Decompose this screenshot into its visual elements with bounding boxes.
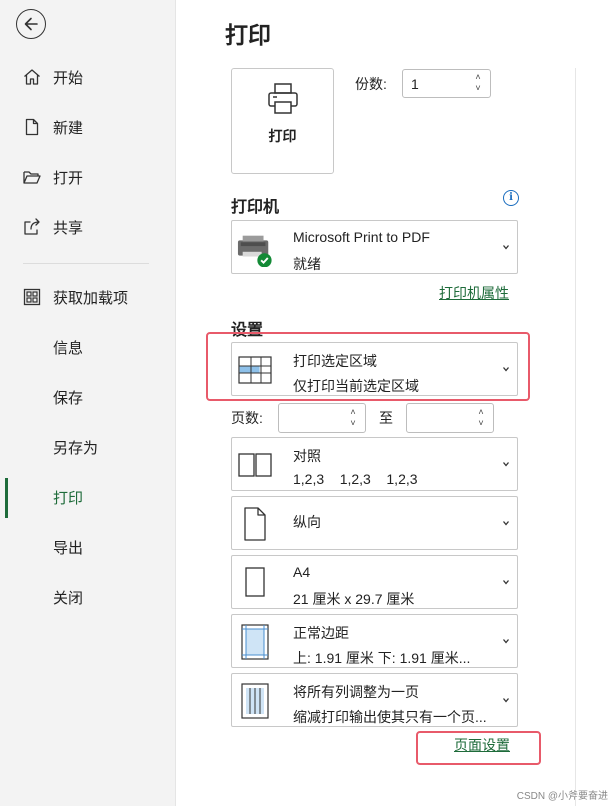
fit-columns-icon	[241, 683, 269, 719]
printer-dropdown[interactable]: Microsoft Print to PDF 就绪	[231, 220, 518, 274]
orientation-dropdown[interactable]: 纵向	[231, 496, 518, 550]
sidebar-item-close[interactable]: 关闭	[0, 577, 176, 617]
sidebar-item-label: 另存为	[53, 439, 99, 457]
pages-to-label: 至	[379, 410, 393, 426]
page-title: 打印	[225, 22, 271, 48]
chevron-down-icon	[503, 580, 509, 585]
paper-size-title: A4	[293, 564, 311, 580]
printer-icon	[268, 83, 298, 114]
paper-size-icon	[245, 567, 265, 597]
sidebar-item-label: 保存	[53, 389, 84, 407]
share-icon	[21, 216, 43, 238]
scaling-desc: 缩减打印输出使其只有一个页...	[293, 709, 487, 725]
chevron-down-icon[interactable]: ˅	[476, 418, 486, 429]
watermark: CSDN @小斧要奋进	[516, 791, 608, 802]
sidebar-item-label: 共享	[53, 219, 84, 237]
back-arrow-icon	[24, 17, 38, 31]
add-ins-icon	[21, 286, 43, 308]
sidebar-item-print[interactable]: 打印	[0, 477, 176, 517]
home-icon	[21, 66, 43, 88]
pages-to-input[interactable]: ˄ ˅	[406, 403, 494, 433]
printer-status: 就绪	[293, 256, 321, 272]
scaling-title: 将所有列调整为一页	[293, 684, 419, 700]
sidebar-item-new[interactable]: 新建	[0, 107, 176, 147]
collate-desc: 1,2,3 1,2,3 1,2,3	[293, 471, 418, 487]
chevron-down-icon[interactable]: ˅	[473, 83, 483, 94]
chevron-down-icon	[503, 698, 509, 703]
sidebar-item-save[interactable]: 保存	[0, 377, 176, 417]
sidebar-item-label: 打开	[53, 169, 84, 187]
pages-label: 页数:	[231, 410, 263, 426]
highlight-print-area	[206, 332, 530, 401]
spin-buttons[interactable]: ˄ ˅	[473, 72, 483, 95]
margins-icon	[241, 624, 269, 660]
printer-status-icon	[237, 235, 272, 267]
sidebar-item-label: 获取加载项	[53, 289, 129, 307]
sidebar-item-label: 关闭	[53, 589, 84, 607]
sidebar-divider	[23, 263, 149, 264]
spin-buttons[interactable]: ˄ ˅	[476, 407, 486, 430]
highlight-page-setup	[416, 731, 541, 765]
portrait-page-icon	[244, 507, 266, 541]
print-button-label: 打印	[268, 128, 297, 144]
back-button[interactable]	[16, 9, 46, 39]
paper-size-desc: 21 厘米 x 29.7 厘米	[293, 591, 415, 607]
new-document-icon	[21, 116, 43, 138]
copies-label: 份数:	[355, 76, 387, 92]
chevron-down-icon[interactable]: ˅	[348, 418, 358, 429]
printer-name: Microsoft Print to PDF	[293, 229, 430, 245]
preview-divider	[575, 68, 576, 806]
copies-value: 1	[411, 76, 419, 92]
sidebar-item-share[interactable]: 共享	[0, 207, 176, 247]
sidebar-item-open[interactable]: 打开	[0, 157, 176, 197]
sidebar-item-info[interactable]: 信息	[0, 327, 176, 367]
sidebar-item-label: 信息	[53, 339, 84, 357]
chevron-down-icon	[503, 462, 509, 467]
sidebar-item-export[interactable]: 导出	[0, 527, 176, 567]
chevron-down-icon	[503, 245, 509, 250]
chevron-up-icon[interactable]: ˄	[473, 72, 483, 83]
spin-buttons[interactable]: ˄ ˅	[348, 407, 358, 430]
print-button[interactable]: 打印	[231, 68, 334, 174]
pages-from-input[interactable]: ˄ ˅	[278, 403, 366, 433]
sidebar-item-label: 导出	[53, 539, 84, 557]
info-icon[interactable]: i	[503, 190, 519, 206]
collate-icon	[238, 453, 272, 477]
folder-open-icon	[21, 166, 43, 188]
collate-dropdown[interactable]: 对照 1,2,3 1,2,3 1,2,3	[231, 437, 518, 491]
chevron-down-icon	[503, 639, 509, 644]
copies-stepper[interactable]: 1 ˄ ˅	[402, 69, 491, 98]
sidebar-item-label: 开始	[53, 69, 84, 87]
printer-properties-link[interactable]: 打印机属性	[439, 283, 509, 303]
collate-title: 对照	[293, 448, 321, 464]
orientation-title: 纵向	[293, 514, 321, 530]
chevron-down-icon	[503, 521, 509, 526]
margins-desc: 上: 1.91 厘米 下: 1.91 厘米...	[293, 650, 471, 666]
margins-title: 正常边距	[293, 625, 349, 641]
paper-size-dropdown[interactable]: A4 21 厘米 x 29.7 厘米	[231, 555, 518, 609]
scaling-dropdown[interactable]: 将所有列调整为一页 缩减打印输出使其只有一个页...	[231, 673, 518, 727]
sidebar-item-label: 新建	[53, 119, 84, 137]
sidebar-item-label: 打印	[53, 489, 84, 507]
sidebar-item-home[interactable]: 开始	[0, 57, 176, 97]
backstage-sidebar: 开始 新建 打开 共享 获取加载项 信息 保存 另存为 打印 导出 关闭	[0, 0, 176, 806]
chevron-up-icon[interactable]: ˄	[348, 407, 358, 418]
sidebar-item-save-as[interactable]: 另存为	[0, 427, 176, 467]
chevron-up-icon[interactable]: ˄	[476, 407, 486, 418]
margins-dropdown[interactable]: 正常边距 上: 1.91 厘米 下: 1.91 厘米...	[231, 614, 518, 668]
printer-heading: 打印机	[231, 199, 280, 216]
sidebar-item-add-ins[interactable]: 获取加载项	[0, 277, 176, 317]
